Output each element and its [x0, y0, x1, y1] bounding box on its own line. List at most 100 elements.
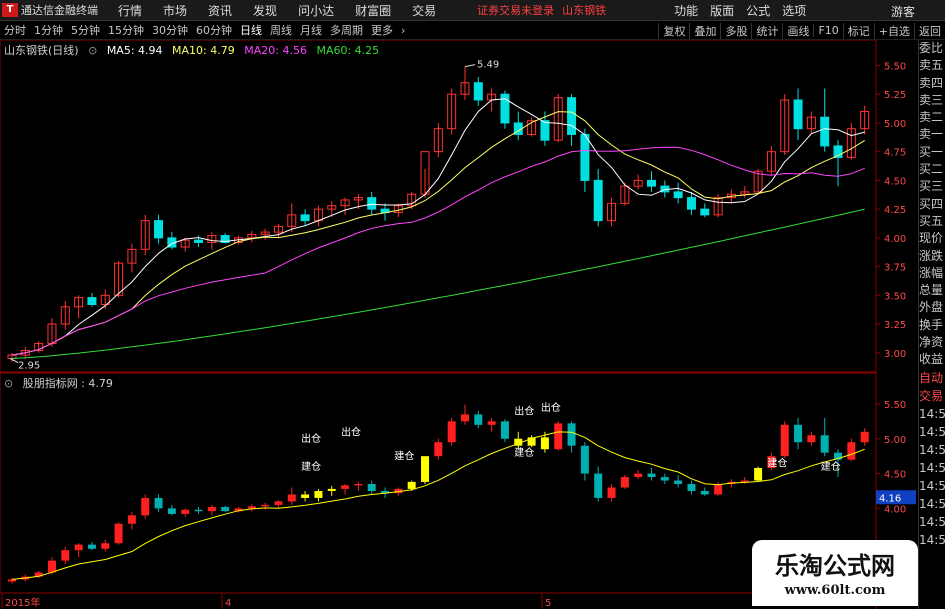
period-tab-monthly[interactable]: 月线 — [296, 22, 326, 38]
main-chart-legend: 山东钢铁(日线) ⊙ MA5: 4.94 MA10: 4.79 MA20: 4.… — [4, 42, 385, 58]
period-tab-60min[interactable]: 60分钟 — [192, 22, 236, 38]
signal-annotation: 建仓 — [301, 460, 321, 473]
menu-item-faxian[interactable]: 发现 — [253, 2, 277, 19]
app-logo-icon: T — [2, 3, 18, 17]
sub-candle-body — [301, 494, 310, 498]
menu-item-wenxiaoda[interactable]: 问小达 — [298, 2, 334, 19]
side-panel-item: 涨幅 — [919, 265, 944, 280]
candle-body — [540, 120, 550, 141]
x-tick-label: 5 — [545, 598, 551, 609]
period-toolbar: 分时 1分钟 5分钟 15分钟 30分钟 60分钟 日线 周线 月线 多周期 更… — [0, 21, 945, 40]
mark-button[interactable]: 标记 — [842, 22, 874, 39]
sub-candle-body — [367, 484, 376, 491]
stats-button[interactable]: 统计 — [751, 22, 782, 39]
menu-item-caifuquan[interactable]: 财富圈 — [355, 2, 391, 19]
sub-candle-body — [354, 484, 363, 486]
menu-item-zixun[interactable]: 资讯 — [208, 2, 232, 19]
sub-candle-body — [700, 490, 709, 495]
signal-annotation: 出仓 — [341, 425, 361, 438]
side-panel-item: 卖二 — [919, 110, 944, 125]
sub-candle-body — [714, 484, 723, 495]
candle-body — [820, 116, 830, 147]
side-panel-item: 14:56 — [919, 406, 945, 421]
candle-body — [793, 99, 803, 130]
chevron-right-icon[interactable]: › — [397, 24, 409, 37]
y-tick-label: 3.50 — [884, 291, 906, 302]
sub-chart-title: 股朋指标网 : 4.79 — [22, 377, 113, 390]
period-tab-daily[interactable]: 日线 — [236, 22, 266, 38]
menu-item-shichang[interactable]: 市场 — [163, 2, 187, 19]
sub-candle-body — [847, 442, 856, 460]
sub-y-tick-label: 5.50 — [884, 400, 906, 411]
side-panel-item: 14:56 — [919, 532, 945, 547]
watermark-line1: 乐淘公式网 — [775, 552, 895, 580]
y-tick-label: 5.00 — [884, 119, 906, 130]
side-panel-item: 14:56 — [919, 514, 945, 529]
period-tab-15min[interactable]: 15分钟 — [104, 22, 148, 38]
side-panel-item: 买一 — [919, 144, 944, 159]
sub-candle-body — [860, 431, 869, 443]
side-panel-item: 买二 — [919, 162, 944, 177]
candle-body — [367, 197, 377, 210]
watermark-line2: www.60lt.com — [784, 583, 886, 598]
overlay-button[interactable]: 叠加 — [689, 22, 720, 39]
chart-toolbar-right: 复权 叠加 多股 统计 画线 F10 标记 +自选 返回 — [658, 21, 945, 40]
side-panel-item: 卖四 — [919, 75, 944, 90]
sub-candle-body — [261, 504, 270, 507]
side-panel-item: 净资 — [919, 335, 944, 350]
candle-body — [673, 191, 683, 199]
menu-item-banmian[interactable]: 版面 — [710, 2, 734, 19]
multi-stock-button[interactable]: 多股 — [720, 22, 751, 39]
sub-candle-body — [500, 421, 509, 439]
period-tab-more[interactable]: 更多 — [367, 22, 397, 38]
adjust-button[interactable]: 复权 — [658, 22, 689, 39]
y-tick-label: 4.50 — [884, 176, 906, 187]
legend-toggle-icon[interactable]: ⊙ — [88, 44, 97, 57]
low-label: 2.95 — [18, 361, 40, 372]
back-button[interactable]: 返回 — [914, 22, 945, 39]
y-tick-label: 5.25 — [884, 90, 906, 101]
sub-candle-body — [820, 435, 829, 453]
app-name: 通达信金融终端 — [21, 4, 98, 17]
candlestick-chart-svg[interactable]: 5.50 5.25 5.00 4.75 4.50 4.25 4.00 3.75 3.50 3.25… — [0, 40, 918, 609]
notice-stock-name: 山东钢铁 — [562, 4, 607, 17]
sub-candle-body — [194, 509, 203, 512]
add-watchlist-button[interactable]: +自选 — [873, 22, 914, 39]
sub-candle-body — [341, 485, 350, 489]
sub-candle-body — [207, 507, 216, 512]
sub-candle-body — [61, 550, 70, 561]
menu-item-gongshi[interactable]: 公式 — [746, 2, 770, 19]
draw-line-button[interactable]: 画线 — [782, 22, 813, 39]
menu-item-jiaoyi[interactable]: 交易 — [412, 2, 436, 19]
period-tab-5min[interactable]: 5分钟 — [67, 22, 104, 38]
period-tab-30min[interactable]: 30分钟 — [148, 22, 192, 38]
sub-legend-toggle-icon[interactable]: ⊙ — [4, 377, 13, 390]
side-panel-item: 14:56 — [919, 424, 945, 439]
period-tab-multi[interactable]: 多周期 — [326, 22, 367, 38]
sub-candle-body — [634, 473, 643, 478]
menu-item-gongneng[interactable]: 功能 — [674, 2, 698, 19]
sub-candle-body — [807, 435, 816, 443]
sub-candle-body — [580, 445, 589, 474]
candle-body — [567, 97, 577, 135]
y-tick-label: 4.75 — [884, 148, 906, 159]
guest-user-label[interactable]: 游客 — [891, 3, 915, 20]
side-panel-item: 交易 — [919, 388, 944, 403]
period-tab-1min[interactable]: 1分钟 — [30, 22, 67, 38]
sub-y-tick-label: 5.00 — [884, 435, 906, 446]
login-notice[interactable]: 证券交易未登录 — [477, 2, 554, 18]
y-tick-label: 5.50 — [884, 61, 906, 72]
side-panel-item: 卖五 — [919, 58, 944, 73]
period-tab-fenshi[interactable]: 分时 — [0, 22, 30, 38]
chart-area[interactable]: 5.50 5.25 5.00 4.75 4.50 4.25 4.00 3.75 3.50 3.25… — [0, 40, 945, 609]
menu-item-hangqing[interactable]: 行情 — [118, 2, 142, 19]
sub-candle-body — [101, 543, 110, 549]
side-panel-item: 14:56 — [919, 442, 945, 457]
low-marker — [9, 358, 19, 363]
f10-button[interactable]: F10 — [813, 24, 842, 37]
period-tab-weekly[interactable]: 周线 — [266, 22, 296, 38]
candle-body — [700, 208, 710, 216]
menu-item-xuanxiang[interactable]: 选项 — [782, 2, 806, 19]
sub-candle-body — [687, 484, 696, 491]
sub-candle-body — [434, 442, 443, 457]
